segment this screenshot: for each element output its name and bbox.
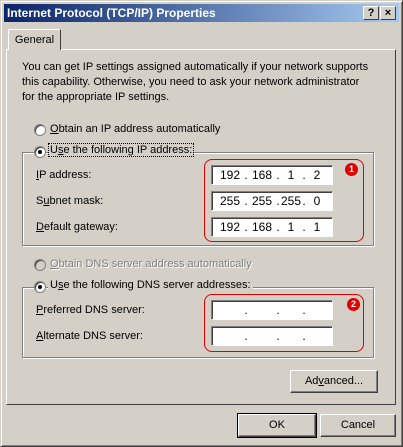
obtain-dns-auto-radio: [34, 259, 46, 271]
title-bar[interactable]: Internet Protocol (TCP/IP) Properties ? …: [4, 4, 399, 22]
help-button[interactable]: ?: [363, 6, 379, 20]
intro-text: You can get IP settings assigned automat…: [22, 61, 369, 103]
close-button[interactable]: ×: [380, 6, 396, 20]
annotation-highlight-2: [204, 294, 364, 352]
annotation-badge-2: 2: [347, 298, 360, 311]
annotation-badge-1: 1: [345, 163, 358, 176]
use-following-dns-label[interactable]: Use the following DNS server addresses:: [48, 279, 253, 291]
subnet-mask-label: Subnet mask:: [36, 195, 104, 207]
cancel-button[interactable]: Cancel: [320, 414, 396, 437]
window-title: Internet Protocol (TCP/IP) Properties: [7, 6, 216, 20]
tab-joint: [9, 49, 60, 51]
use-following-ip-radio[interactable]: [34, 146, 46, 158]
tab-general[interactable]: General: [8, 29, 61, 50]
use-following-ip-label[interactable]: Use the following IP address:: [48, 143, 195, 157]
obtain-ip-auto-radio[interactable]: [34, 124, 46, 136]
radio-selected-dot: [38, 285, 42, 289]
default-gateway-label: Default gateway:: [36, 221, 118, 233]
use-following-dns-radio[interactable]: [34, 281, 46, 293]
obtain-dns-auto-label: Obtain DNS server address automatically: [50, 258, 252, 270]
ok-button[interactable]: OK: [237, 413, 317, 438]
radio-selected-dot: [38, 150, 42, 154]
ip-address-label: IP address:: [36, 169, 92, 181]
alternate-dns-label: Alternate DNS server:: [36, 330, 143, 342]
obtain-ip-auto-label[interactable]: Obtain an IP address automatically: [50, 123, 220, 135]
advanced-button[interactable]: Advanced...: [290, 370, 378, 393]
annotation-highlight-1: [204, 159, 364, 242]
preferred-dns-label: Preferred DNS server:: [36, 304, 145, 316]
